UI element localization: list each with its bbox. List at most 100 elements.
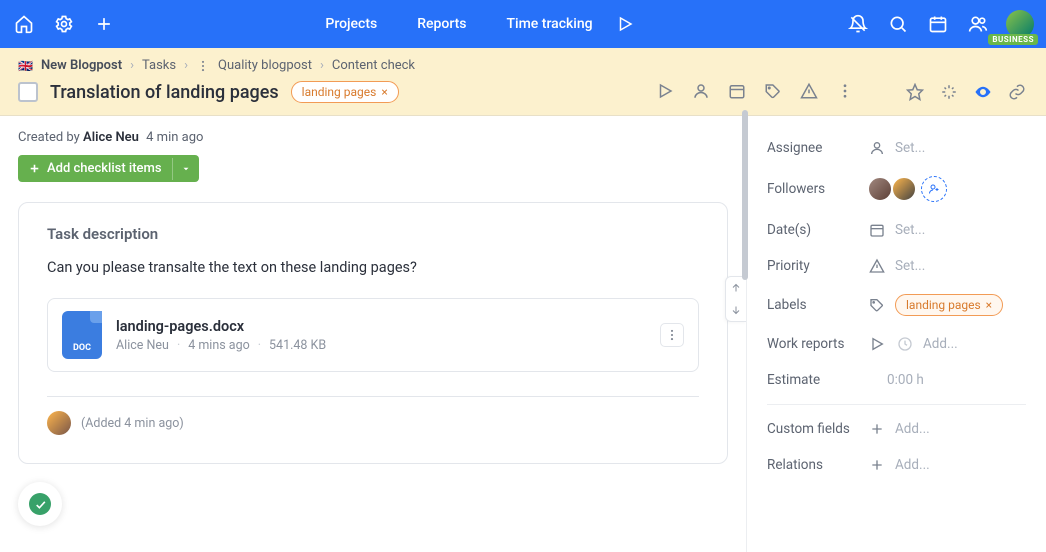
attachment-name: landing-pages.docx bbox=[116, 318, 646, 335]
attachment-more-icon[interactable] bbox=[660, 323, 684, 347]
nav-projects[interactable]: Projects bbox=[325, 16, 377, 32]
plus-icon[interactable] bbox=[867, 421, 887, 437]
dates-label: Date(s) bbox=[767, 222, 859, 238]
crumb-tasks[interactable]: Tasks bbox=[142, 58, 176, 73]
calendar-icon bbox=[867, 222, 887, 238]
nav-time-tracking[interactable]: Time tracking bbox=[507, 16, 593, 32]
attachment-size: 541.48 KB bbox=[269, 338, 326, 353]
person-icon[interactable] bbox=[692, 82, 712, 102]
assignee-label: Assignee bbox=[767, 140, 859, 156]
scroll-up-icon[interactable] bbox=[726, 277, 746, 299]
followers-label: Followers bbox=[767, 181, 859, 197]
scrollbar[interactable] bbox=[742, 110, 748, 280]
assignee-set[interactable]: Set... bbox=[895, 140, 925, 156]
more-vertical-icon[interactable] bbox=[196, 59, 210, 73]
scroll-toggle bbox=[725, 276, 746, 322]
plus-icon bbox=[28, 162, 41, 175]
bell-off-icon[interactable] bbox=[846, 12, 870, 36]
add-checklist-label: Add checklist items bbox=[47, 161, 162, 176]
task-header: 🇬🇧 New Blogpost › Tasks › Quality blogpo… bbox=[0, 48, 1046, 116]
labels-label: Labels bbox=[767, 297, 859, 313]
tag-icon bbox=[867, 297, 887, 313]
person-icon bbox=[867, 140, 887, 156]
priority-set[interactable]: Set... bbox=[895, 258, 925, 274]
calendar-outline-icon[interactable] bbox=[728, 82, 748, 102]
task-label-text: landing pages bbox=[302, 85, 377, 99]
add-checklist-button[interactable]: Add checklist items bbox=[18, 155, 199, 182]
estimate-value[interactable]: 0:00 h bbox=[887, 372, 924, 388]
chevron-right-icon: › bbox=[184, 58, 188, 73]
follower-avatar[interactable] bbox=[891, 176, 917, 202]
created-author[interactable]: Alice Neu bbox=[83, 130, 139, 145]
play-icon[interactable] bbox=[613, 12, 637, 36]
eye-icon[interactable] bbox=[974, 83, 994, 103]
label-pill[interactable]: landing pages × bbox=[895, 294, 1003, 316]
task-description-body[interactable]: Can you please transalte the text on the… bbox=[47, 259, 699, 276]
plus-icon[interactable] bbox=[867, 457, 887, 473]
flag-icon: 🇬🇧 bbox=[18, 59, 33, 73]
check-icon bbox=[29, 493, 51, 515]
added-note: (Added 4 min ago) bbox=[81, 416, 184, 431]
crumb-quality[interactable]: Quality blogpost bbox=[218, 58, 312, 73]
task-description-card: Task description Can you please transalt… bbox=[18, 202, 728, 464]
play-icon[interactable] bbox=[867, 336, 887, 352]
priority-label: Priority bbox=[767, 258, 859, 274]
people-icon[interactable] bbox=[966, 12, 990, 36]
task-label-pill[interactable]: landing pages × bbox=[291, 81, 399, 103]
task-sidebar: Assignee Set... Followers Date(s) Set... bbox=[746, 116, 1046, 552]
gear-icon[interactable] bbox=[52, 12, 76, 36]
link-icon[interactable] bbox=[1008, 83, 1028, 103]
star-icon[interactable] bbox=[906, 83, 926, 103]
dot-icon: · bbox=[177, 338, 180, 353]
search-icon[interactable] bbox=[886, 12, 910, 36]
more-vertical-icon[interactable] bbox=[836, 82, 856, 102]
breadcrumb: 🇬🇧 New Blogpost › Tasks › Quality blogpo… bbox=[18, 58, 856, 73]
top-navbar: Projects Reports Time tracking BUSINESS bbox=[0, 0, 1046, 48]
clock-icon bbox=[895, 336, 915, 352]
calendar-icon[interactable] bbox=[926, 12, 950, 36]
created-prefix: Created by bbox=[18, 130, 83, 145]
label-pill-text: landing pages bbox=[906, 298, 981, 312]
status-toast[interactable] bbox=[18, 482, 62, 526]
chevron-right-icon: › bbox=[320, 58, 324, 73]
created-time: 4 min ago bbox=[146, 130, 203, 145]
scroll-down-icon[interactable] bbox=[726, 299, 746, 321]
follower-avatar[interactable] bbox=[867, 176, 893, 202]
checklist-dropdown[interactable] bbox=[172, 158, 199, 180]
reports-add[interactable]: Add... bbox=[923, 336, 958, 352]
business-badge: BUSINESS bbox=[988, 34, 1038, 45]
custom-fields-add[interactable]: Add... bbox=[895, 421, 930, 437]
relations-label: Relations bbox=[767, 457, 859, 473]
relations-add[interactable]: Add... bbox=[895, 457, 930, 473]
task-description-heading: Task description bbox=[47, 225, 699, 243]
attachment-item[interactable]: DOC landing-pages.docx Alice Neu · 4 min… bbox=[47, 298, 699, 372]
reports-label: Work reports bbox=[767, 336, 859, 352]
remove-label-icon[interactable]: × bbox=[381, 85, 387, 99]
remove-label-icon[interactable]: × bbox=[986, 298, 992, 312]
task-main: Created by Alice Neu 4 min ago Add check… bbox=[0, 116, 746, 552]
crumb-project[interactable]: New Blogpost bbox=[41, 58, 122, 73]
warning-icon bbox=[867, 258, 887, 274]
comment-avatar[interactable] bbox=[47, 411, 71, 435]
custom-fields-label: Custom fields bbox=[767, 421, 859, 437]
chevron-right-icon: › bbox=[130, 58, 134, 73]
dates-set[interactable]: Set... bbox=[895, 222, 925, 238]
crumb-project-label: New Blogpost bbox=[41, 58, 122, 73]
file-doc-icon: DOC bbox=[62, 311, 102, 359]
attachment-time: 4 mins ago bbox=[188, 338, 250, 353]
warning-icon[interactable] bbox=[800, 82, 820, 102]
tag-icon[interactable] bbox=[764, 82, 784, 102]
estimate-label: Estimate bbox=[767, 372, 859, 388]
crumb-content[interactable]: Content check bbox=[332, 58, 415, 73]
sparkle-icon[interactable] bbox=[940, 83, 960, 103]
created-by: Created by Alice Neu 4 min ago bbox=[18, 130, 728, 145]
nav-reports[interactable]: Reports bbox=[417, 16, 466, 32]
add-follower-icon[interactable] bbox=[921, 176, 947, 202]
play-outline-icon[interactable] bbox=[656, 82, 676, 102]
divider bbox=[47, 396, 699, 397]
task-title[interactable]: Translation of landing pages bbox=[50, 82, 279, 103]
attachment-author: Alice Neu bbox=[116, 338, 169, 353]
plus-icon[interactable] bbox=[92, 12, 116, 36]
home-icon[interactable] bbox=[12, 12, 36, 36]
task-complete-checkbox[interactable] bbox=[18, 82, 38, 102]
